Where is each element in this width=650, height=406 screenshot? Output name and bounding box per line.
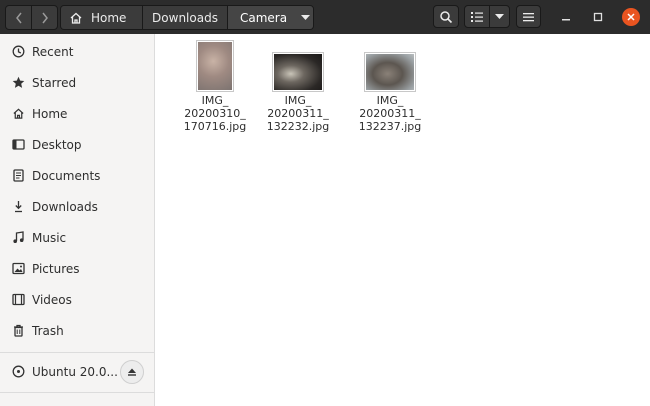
close-icon [627,13,635,21]
film-icon [11,293,25,307]
minimize-button[interactable] [559,10,573,24]
caret-down-icon [494,13,504,19]
file-thumbnail [272,52,324,92]
sidebar-separator [0,392,154,393]
view-toggle-group [464,5,510,28]
sidebar-item-music[interactable]: Music [0,222,154,253]
minimize-icon [562,19,570,21]
eject-button[interactable] [120,360,144,384]
sidebar-item-label: Home [32,106,68,121]
file-thumbnail [196,40,234,92]
document-icon [11,169,25,183]
hamburger-menu-icon [523,12,534,21]
eject-icon [128,368,136,376]
maximize-button[interactable] [591,10,605,24]
breadcrumb: Home Downloads Camera [60,5,314,30]
download-icon [11,200,25,214]
file-name: IMG_ 20200311_ 132237.jpg [358,94,422,133]
sidebar-separator [0,352,154,353]
sidebar-item-label: Documents [32,168,101,183]
star-icon [11,76,25,90]
chevron-right-icon [41,12,48,23]
breadcrumb-downloads[interactable]: Downloads [142,6,227,29]
picture-icon [11,262,25,276]
sidebar-item-label: Ubuntu 20.0... [32,364,118,379]
search-button[interactable] [433,5,459,28]
search-icon [440,10,453,23]
close-button[interactable] [622,8,640,26]
sidebar-item-trash[interactable]: Trash [0,315,154,346]
sidebar-item-label: Downloads [32,199,98,214]
sidebar-item-desktop[interactable]: Desktop [0,129,154,160]
sidebar-item-label: Trash [32,323,64,338]
maximize-icon [593,12,603,22]
breadcrumb-home[interactable]: Home [61,6,142,29]
breadcrumb-label: Camera [240,10,288,25]
sidebar-item-videos[interactable]: Videos [0,284,154,315]
sidebar-item-starred[interactable]: Starred [0,67,154,98]
view-options-button[interactable] [488,6,509,27]
navigation-buttons [5,5,58,30]
sidebar-item-documents[interactable]: Documents [0,160,154,191]
back-button[interactable] [6,6,31,29]
breadcrumb-label: Home [91,10,127,25]
forward-button[interactable] [31,6,57,29]
file-item[interactable]: IMG_ 20200311_ 132237.jpg [345,52,435,133]
home-icon [70,12,82,24]
sidebar-item-label: Starred [32,75,77,90]
file-thumbnail [364,52,416,92]
list-view-icon [470,11,483,22]
header-bar: Home Downloads Camera [0,0,650,34]
desktop-icon [11,138,25,152]
file-name: IMG_ 20200311_ 132232.jpg [266,94,330,133]
sidebar-item-label: Desktop [32,137,82,152]
disc-icon [11,365,25,379]
sidebar-item-label: Music [32,230,67,245]
sidebar: Recent Starred Home Desktop Documents Do… [0,34,155,406]
sidebar-item-label: Recent [32,44,74,59]
sidebar-item-downloads[interactable]: Downloads [0,191,154,222]
menu-button[interactable] [516,5,541,28]
caret-down-icon [301,14,311,20]
chevron-left-icon [15,12,22,23]
file-item[interactable]: IMG_ 20200310_ 170716.jpg [170,40,260,133]
trash-icon [11,324,25,338]
sidebar-item-recent[interactable]: Recent [0,36,154,67]
file-item[interactable]: IMG_ 20200311_ 132232.jpg [253,52,343,133]
breadcrumb-label: Downloads [152,10,218,25]
sidebar-item-label: Pictures [32,261,80,276]
sidebar-item-pictures[interactable]: Pictures [0,253,154,284]
music-icon [11,231,25,245]
sidebar-item-label: Videos [32,292,72,307]
file-name: IMG_ 20200310_ 170716.jpg [183,94,247,133]
clock-icon [11,45,25,59]
sidebar-item-home[interactable]: Home [0,98,154,129]
file-view: IMG_ 20200310_ 170716.jpg IMG_ 20200311_… [155,34,650,406]
home-icon [11,107,25,121]
breadcrumb-camera[interactable]: Camera [227,6,313,29]
list-view-button[interactable] [465,6,489,27]
